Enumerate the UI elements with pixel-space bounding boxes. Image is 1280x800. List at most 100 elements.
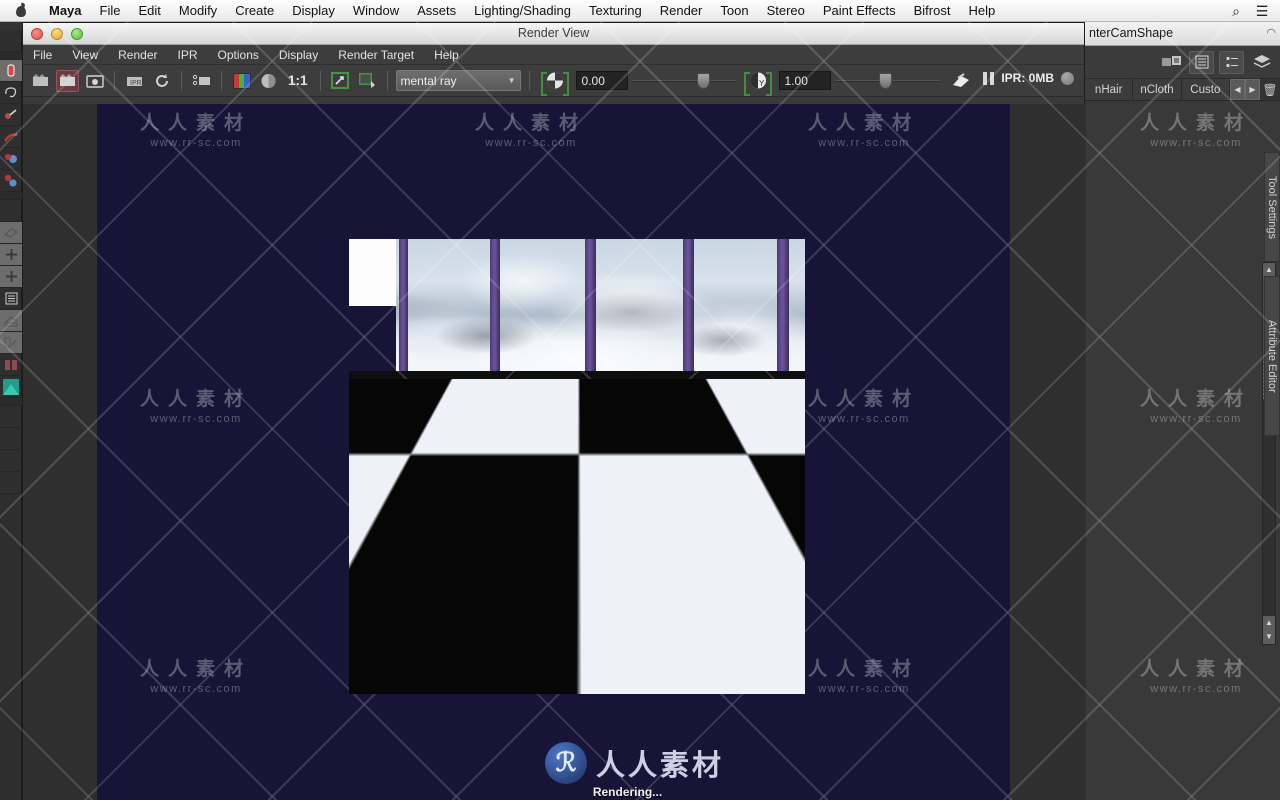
render-settings-icon[interactable] — [1159, 51, 1184, 74]
refresh-ipr-icon[interactable] — [150, 70, 173, 92]
render-view-toolbar[interactable]: IPR 1:1 mental ray ▼ 0.00 Y 1.00 IPR: 0M… — [23, 65, 1084, 97]
render-view-menubar[interactable]: File View Render IPR Options Display Ren… — [23, 45, 1084, 65]
gamma-slider-knob[interactable] — [878, 72, 892, 89]
menu-view[interactable]: View — [72, 48, 98, 62]
shelf-slot-3[interactable] — [0, 450, 22, 472]
alpha-channel-icon[interactable] — [257, 70, 280, 92]
menu-edit[interactable]: Edit — [129, 3, 169, 18]
render-current-frame-icon[interactable] — [29, 70, 52, 92]
column-5 — [777, 239, 789, 391]
renderer-dropdown[interactable]: mental ray ▼ — [395, 70, 521, 91]
hypershade-thumb-icon[interactable] — [0, 376, 22, 398]
attribute-editor-icon[interactable] — [1189, 50, 1214, 74]
dock-tab-strip[interactable]: nHair nCloth Custo ◀ ▶ 🗑 — [1085, 79, 1280, 101]
scroll-down-arrow[interactable]: ▼ — [1263, 630, 1275, 644]
shelf-slot-1[interactable] — [0, 406, 22, 428]
apple-icon[interactable] — [14, 3, 28, 19]
right-vertical-tabs[interactable]: Tool Settings Attribute Editor — [1264, 152, 1280, 632]
select-tool-icon[interactable] — [0, 60, 22, 82]
toolbox-divider — [0, 52, 22, 60]
exposure-icon-bracket[interactable] — [540, 71, 569, 96]
menu-window[interactable]: Window — [344, 3, 408, 18]
ipr-render-icon[interactable]: IPR — [123, 70, 146, 92]
render-view-canvas[interactable]: Rendering... — [97, 104, 1010, 800]
region-marquee-icon[interactable] — [190, 70, 213, 92]
exposure-slider-knob[interactable] — [696, 72, 710, 89]
tab-nhair[interactable]: nHair — [1085, 79, 1134, 100]
remove-image-icon[interactable] — [356, 70, 379, 92]
four-view-icon[interactable] — [0, 354, 22, 376]
menu-display[interactable]: Display — [279, 48, 318, 62]
toolbox-item-0[interactable] — [0, 30, 22, 52]
sky-clouds — [349, 279, 805, 374]
exposure-value-field[interactable]: 0.00 — [575, 71, 628, 90]
search-icon[interactable]: ⌕ — [1226, 3, 1246, 19]
menu-modify[interactable]: Modify — [170, 3, 226, 18]
menu-bifrost[interactable]: Bifrost — [905, 3, 960, 18]
toolbar-divider-3 — [221, 70, 222, 91]
toolbar-divider-4 — [319, 70, 321, 91]
dock-window-resize-icon: ◠ — [1266, 27, 1276, 39]
menu-maya[interactable]: Maya — [40, 3, 91, 18]
menu-stereo[interactable]: Stereo — [758, 3, 814, 18]
rotate-tool-icon[interactable] — [0, 148, 22, 170]
menu-toon[interactable]: Toon — [711, 3, 757, 18]
lasso-tool-icon[interactable] — [0, 82, 22, 104]
vtab-attribute-editor[interactable]: Attribute Editor — [1264, 276, 1280, 436]
menu-render[interactable]: Render — [651, 3, 712, 18]
paint-select-icon[interactable] — [0, 104, 22, 126]
menu-render-target[interactable]: Render Target — [338, 48, 414, 62]
trash-icon[interactable]: 🗑 — [1260, 79, 1280, 100]
keep-image-icon[interactable] — [329, 70, 352, 92]
menu-display[interactable]: Display — [283, 3, 344, 18]
menu-texturing[interactable]: Texturing — [580, 3, 651, 18]
menu-file[interactable]: File — [91, 3, 130, 18]
outliner-icon[interactable] — [0, 288, 22, 310]
menu-list-icon[interactable]: ☰ — [1252, 3, 1272, 19]
layer-editor-icon[interactable] — [1249, 51, 1274, 74]
channel-box-icon[interactable] — [1219, 50, 1244, 74]
shelf-slot-4[interactable] — [0, 472, 22, 494]
left-toolbox[interactable] — [0, 30, 22, 800]
menu-file[interactable]: File — [33, 48, 52, 62]
move-tool-icon[interactable] — [0, 126, 22, 148]
toolbox-blank[interactable] — [0, 200, 22, 222]
color-management-icon[interactable] — [950, 70, 973, 92]
column-4 — [683, 239, 694, 389]
rgb-channels-icon[interactable] — [230, 70, 253, 92]
tab-ncloth[interactable]: nCloth — [1133, 79, 1182, 100]
vtab-tool-settings[interactable]: Tool Settings — [1264, 152, 1280, 262]
render-view-titlebar[interactable]: Render View — [23, 23, 1084, 45]
soft-select-icon[interactable] — [0, 222, 22, 244]
tab-prev-button[interactable]: ◀ — [1229, 79, 1245, 100]
menu-help[interactable]: Help — [959, 3, 1004, 18]
dock-window-title: nterCamShape — [1089, 26, 1174, 40]
scale-tool-icon[interactable] — [0, 170, 22, 192]
gamma-icon-bracket[interactable]: Y — [743, 71, 772, 96]
gamma-value-field[interactable]: 1.00 — [778, 71, 831, 90]
persp-layout-icon[interactable] — [0, 332, 22, 354]
shelf-slot-2[interactable] — [0, 428, 22, 450]
menu-render[interactable]: Render — [118, 48, 157, 62]
plus-icon-1[interactable] — [0, 244, 22, 266]
menu-ipr[interactable]: IPR — [178, 48, 198, 62]
menu-assets[interactable]: Assets — [408, 3, 465, 18]
tab-next-button[interactable]: ▶ — [1244, 79, 1260, 100]
menu-help[interactable]: Help — [434, 48, 459, 62]
plus-icon-2[interactable] — [0, 266, 22, 288]
pause-icon[interactable] — [983, 71, 995, 85]
exposure-slider[interactable] — [631, 72, 737, 89]
redo-render-icon[interactable] — [56, 69, 79, 92]
os-menu-bar[interactable]: Maya File Edit Modify Create Display Win… — [0, 0, 1280, 22]
snapshot-icon[interactable] — [83, 70, 106, 92]
menu-create[interactable]: Create — [226, 3, 283, 18]
dock-toolbar[interactable] — [1085, 46, 1280, 79]
menu-options[interactable]: Options — [218, 48, 259, 62]
render-view-left-gutter — [23, 104, 97, 800]
menu-paint-effects[interactable]: Paint Effects — [814, 3, 905, 18]
tab-custom[interactable]: Custo — [1181, 79, 1230, 100]
quick-layout-icon[interactable] — [0, 310, 22, 332]
zoom-ratio-label[interactable]: 1:1 — [284, 73, 312, 88]
menu-lighting-shading[interactable]: Lighting/Shading — [465, 3, 580, 18]
gamma-slider[interactable] — [834, 72, 940, 89]
